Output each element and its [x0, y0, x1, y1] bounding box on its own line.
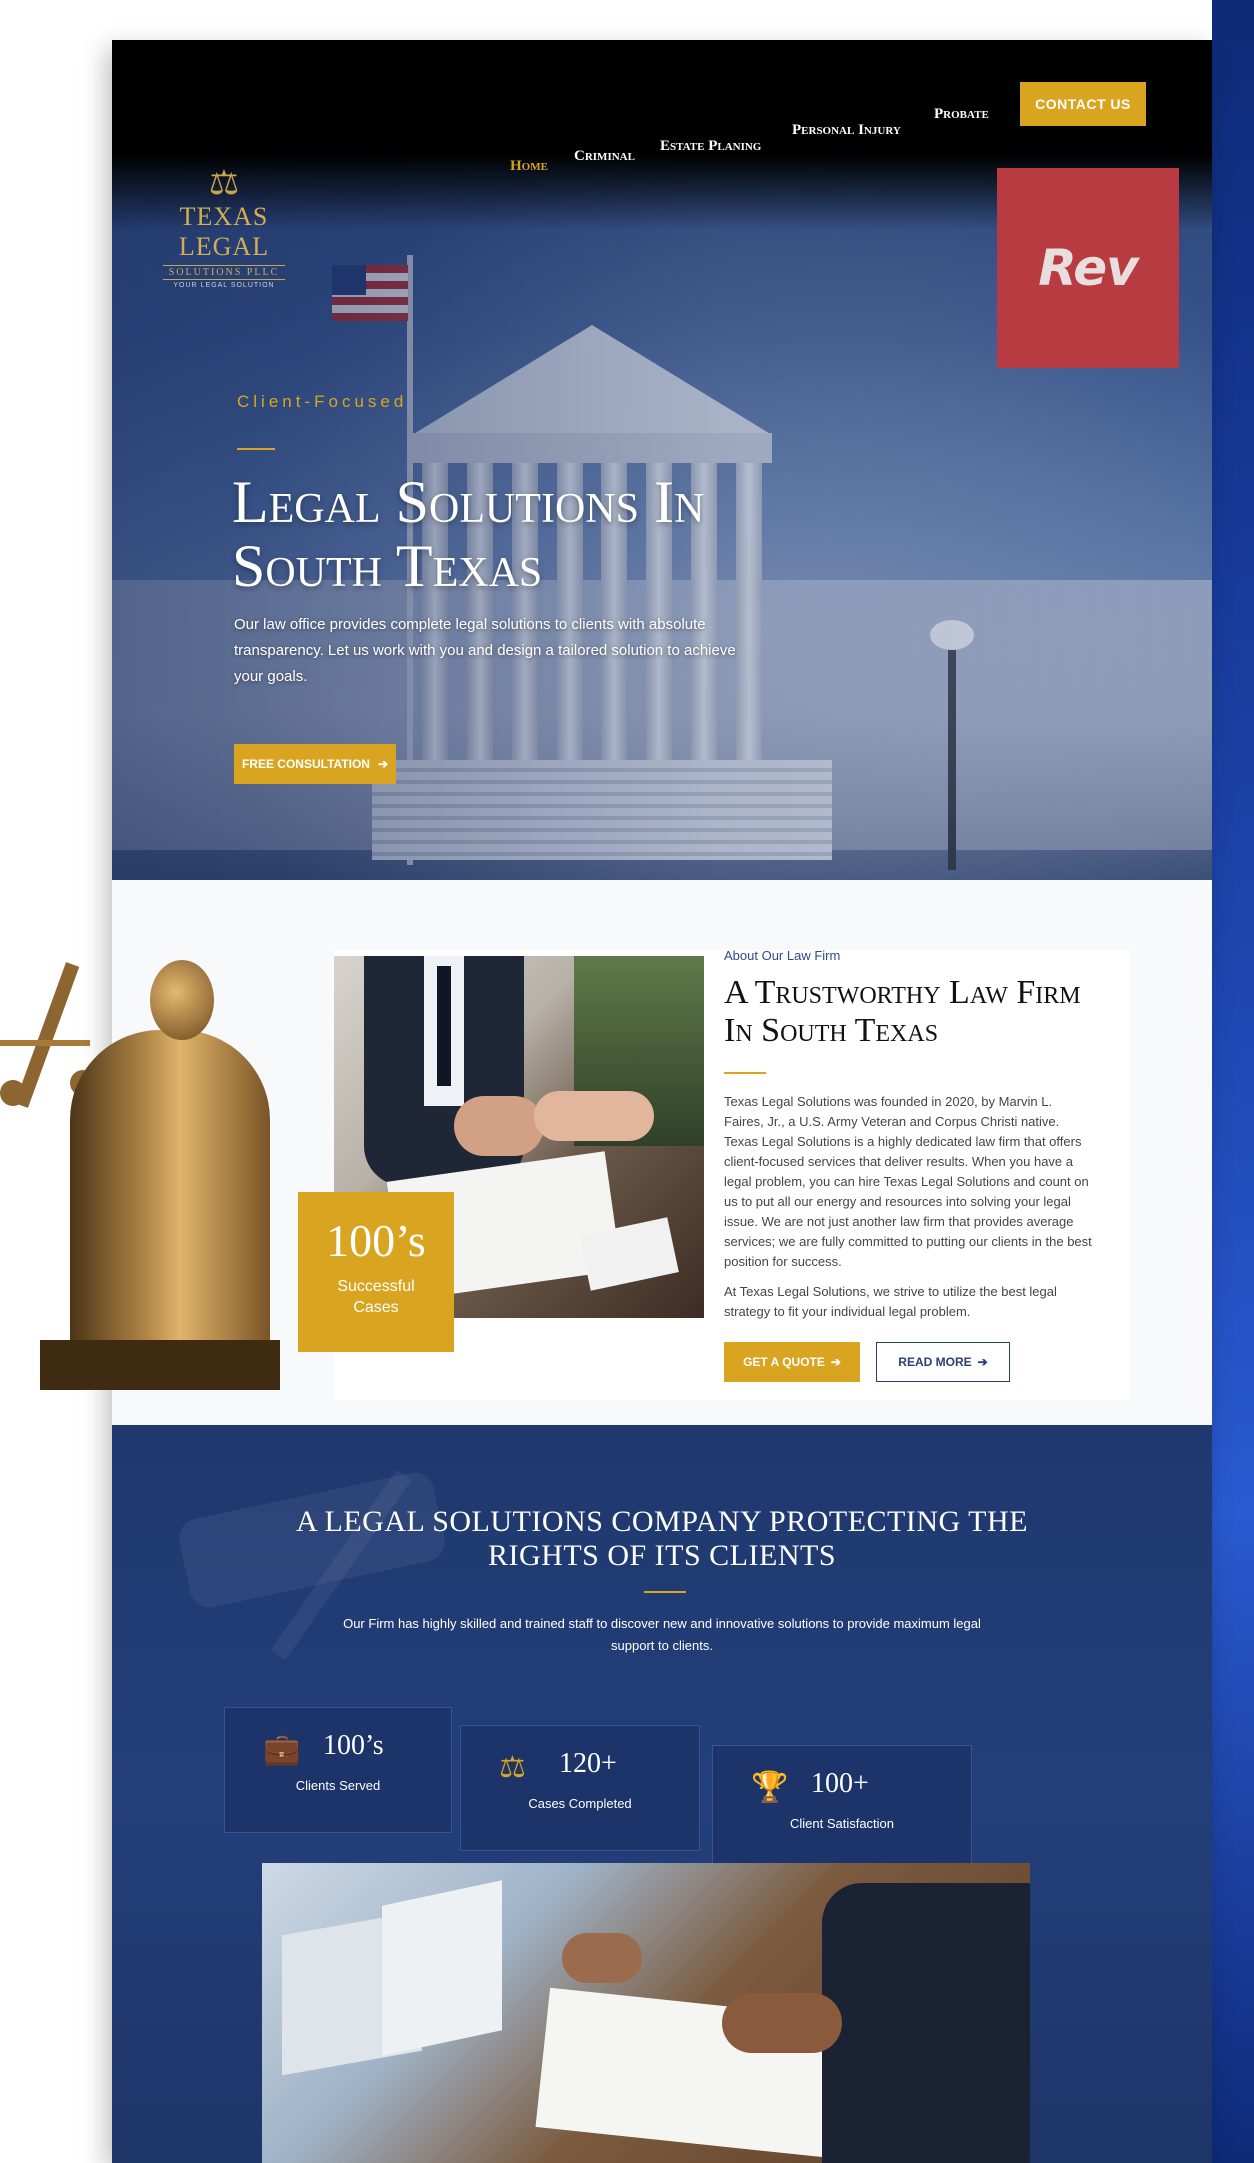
logo-tagline: YOUR LEGAL SOLUTION [173, 282, 275, 289]
company-section: A LEGAL SOLUTIONS COMPANY PROTECTING THE… [112, 1425, 1212, 2163]
contact-us-button[interactable]: CONTACT US [1020, 82, 1146, 126]
scales-icon: ⚖ [499, 1750, 526, 1785]
read-more-button[interactable]: READ MORE ➔ [876, 1342, 1010, 1382]
lady-justice-statue [0, 900, 300, 1390]
stat-label: Cases Completed [528, 1796, 632, 1811]
statue-scales [0, 1040, 90, 1046]
scales-logo-icon: ⚖ [208, 163, 240, 203]
hero-section: ⚖ TEXAS LEGAL SOLUTIONS PLLC YOUR LEGAL … [112, 40, 1212, 880]
hero-divider [237, 448, 275, 450]
stat-number: 100+ [811, 1768, 869, 1799]
hero-title: Legal Solutions In South Texas [232, 469, 705, 599]
nav-personal-injury[interactable]: Personal Injury [792, 122, 901, 139]
successful-cases-badge: 100’s Successful Cases [298, 1192, 454, 1352]
arrow-right-icon: ➔ [830, 1355, 841, 1369]
office-meeting-photo [262, 1863, 1030, 2163]
logo-name: TEXAS LEGAL [178, 202, 270, 261]
hero-description: Our law office provides complete legal s… [234, 616, 736, 685]
stat-label: Client Satisfaction [789, 1816, 895, 1831]
about-paragraph: At Texas Legal Solutions, we strive to u… [724, 1284, 1057, 1319]
nav-estate-planing[interactable]: Estate Planing [660, 138, 761, 155]
stat-number: 100’s [323, 1730, 384, 1761]
company-title: A LEGAL SOLUTIONS COMPANY PROTECTING THE… [242, 1505, 1082, 1573]
arrow-right-icon: ➔ [977, 1355, 988, 1369]
stat-label: Clients Served [295, 1778, 381, 1793]
successful-cases-number: 100’s [326, 1215, 426, 1266]
free-consultation-label: FREE CONSULTATION [241, 757, 370, 771]
trophy-icon: 🏆 [751, 1770, 789, 1805]
nav-criminal[interactable]: Criminal [574, 148, 635, 165]
stat-card-clients-served: 💼 100’s Clients Served [224, 1707, 452, 1833]
rev-logo-text: Rev [1038, 239, 1139, 297]
stat-number: 120+ [559, 1748, 617, 1779]
about-paragraph: Texas Legal Solutions was founded in 202… [724, 1094, 1092, 1269]
about-body: Texas Legal Solutions was founded in 202… [724, 1092, 1094, 1332]
company-title-line1: A LEGAL SOLUTIONS COMPANY PROTECTING THE [296, 1505, 1028, 1538]
get-a-quote-button[interactable]: GET A QUOTE ➔ [724, 1342, 860, 1382]
about-eyebrow: About Our Law Firm [724, 948, 841, 963]
logo-subtitle: SOLUTIONS PLLC [162, 265, 286, 280]
nav-home[interactable]: Home [510, 158, 548, 175]
hero-eyebrow: Client-Focused [237, 392, 408, 411]
about-title: A Trustworthy Law Firm In South Texas [724, 974, 1081, 1049]
successful-cases-label-line1: Successful [337, 1278, 415, 1295]
company-divider [644, 1591, 686, 1593]
successful-cases-label-line2: Cases [353, 1299, 399, 1316]
nav-probate[interactable]: Probate [934, 106, 989, 123]
free-consultation-button[interactable]: FREE CONSULTATION ➔ [234, 744, 396, 784]
stat-card-cases-completed: ⚖ 120+ Cases Completed [460, 1725, 700, 1851]
arrow-right-icon: ➔ [377, 757, 389, 771]
read-more-label: READ MORE [898, 1355, 972, 1369]
site-logo[interactable]: ⚖ TEXAS LEGAL SOLUTIONS PLLC YOUR LEGAL … [144, 163, 304, 289]
company-description: Our Firm has highly skilled and trained … [343, 1616, 981, 1653]
mockup-side-edge [1212, 0, 1254, 2163]
get-a-quote-label: GET A QUOTE [743, 1355, 825, 1369]
company-title-line2: RIGHTS OF ITS CLIENTS [487, 1539, 836, 1572]
rev-badge[interactable]: Rev [997, 168, 1179, 368]
briefcase-icon: 💼 [263, 1732, 301, 1767]
about-divider [724, 1072, 766, 1074]
stat-card-client-satisfaction: 🏆 100+ Client Satisfaction [712, 1745, 972, 1871]
